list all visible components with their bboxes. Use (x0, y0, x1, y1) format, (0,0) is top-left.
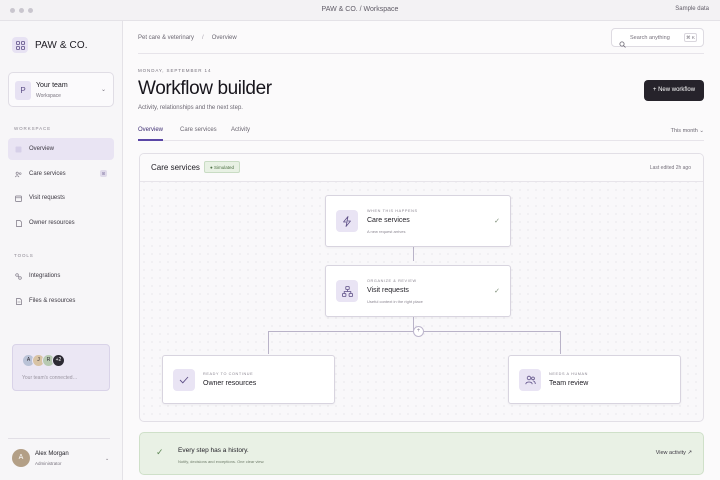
node-title: Care services (367, 217, 410, 224)
grid-logo-icon (12, 37, 28, 53)
brand-name: PAW & CO. (35, 39, 88, 51)
divider (8, 438, 110, 439)
avatar-stack: A J R +2 (22, 354, 65, 367)
sidebar-item-overview[interactable]: Overview (8, 138, 114, 160)
node-description: A new request arrives (367, 229, 406, 234)
keyboard-shortcut: ⌘ K (684, 33, 697, 42)
user-avatar[interactable]: A (12, 449, 30, 467)
node-title: Owner resources (203, 380, 257, 387)
chevron-down-icon: ⌄ (100, 87, 106, 93)
sidebar-item-label: Overview (29, 146, 55, 152)
connector-line (268, 331, 269, 354)
search-icon (619, 35, 626, 53)
user-name: Alex Morgan (35, 451, 69, 457)
overview-icon (15, 146, 22, 153)
active-tab-indicator (138, 139, 163, 141)
team-name: Your team (36, 82, 68, 89)
status-badge-label: Simulated (213, 165, 234, 170)
team-avatar: P (15, 81, 31, 100)
check-icon: ✓ (494, 288, 500, 295)
tab-activity[interactable]: Activity (231, 127, 250, 133)
team-switcher[interactable]: P Your team Workspace ⌄ (8, 72, 114, 107)
sidebar-item-owner-resources[interactable]: Owner resources (8, 212, 114, 234)
tab-overview[interactable]: Overview (138, 127, 163, 133)
page-title: Workflow builder (138, 78, 272, 99)
sidebar-item-label: Integrations (29, 273, 61, 279)
node-title: Team review (549, 380, 589, 387)
window-title: PAW & CO. / Workspace (321, 6, 399, 13)
node-eyebrow: READY TO CONTINUE (203, 372, 254, 376)
section-label-workspace: WORKSPACE (14, 126, 52, 131)
node-title: Visit requests (367, 287, 409, 294)
care-services-icon (15, 171, 22, 178)
count-badge: 8 (100, 170, 107, 177)
new-workflow-button[interactable]: + New workflow (644, 80, 704, 101)
document-icon (15, 219, 22, 227)
canvas-title: Care services (151, 163, 200, 172)
breadcrumb-separator: / (202, 35, 204, 41)
people-icon (519, 369, 541, 391)
sidebar-item-integrations[interactable]: Integrations (8, 265, 114, 287)
history-banner: ✓ Every step has a history. Notify, deci… (139, 432, 704, 475)
last-edited: Last edited 2h ago (649, 165, 691, 171)
file-icon (15, 297, 22, 305)
hierarchy-icon (336, 280, 358, 302)
breadcrumb-item-current: Overview (211, 35, 237, 41)
canvas-header: Care services ● Simulated Last edited 2h… (140, 154, 703, 182)
sidebar-item-care-services[interactable]: Care services 8 (8, 163, 114, 185)
sidebar-item-label: Files & resources (29, 298, 76, 304)
history-title: Every step has a history. (178, 447, 249, 454)
sidebar: PAW & CO. P Your team Workspace ⌄ WORKSP… (0, 21, 123, 480)
sidebar-item-label: Care services (29, 171, 66, 177)
connector-line (560, 331, 561, 354)
user-role: Administrator (35, 461, 62, 466)
breadcrumb: Pet care & veterinary / Overview (138, 35, 237, 41)
add-step-button[interactable]: + (413, 326, 424, 337)
brand-logo[interactable]: PAW & CO. (12, 37, 88, 53)
check-icon: ✓ (156, 447, 164, 457)
sample-data-label[interactable]: Sample data (675, 6, 709, 12)
main-content: Pet care & veterinary / Overview Search … (123, 21, 720, 480)
connected-text: Your team's connected… (22, 375, 78, 381)
sidebar-item-label: Owner resources (29, 220, 75, 226)
node-eyebrow: WHEN THIS HAPPENS (367, 209, 418, 213)
workflow-node-care-services[interactable]: WHEN THIS HAPPENS Care services A new re… (325, 195, 511, 247)
check-icon (173, 369, 195, 391)
chevron-down-icon[interactable]: ⌄ (105, 456, 109, 462)
calendar-icon (15, 195, 22, 202)
check-icon: ✓ (494, 218, 500, 225)
node-description: Useful context in the right place (367, 299, 423, 304)
workflow-node-team-review[interactable]: NEEDS A HUMAN Team review (508, 355, 681, 404)
avatar-overflow-count: +2 (52, 354, 65, 367)
view-activity-link[interactable]: View activity ↗ (656, 450, 692, 456)
node-eyebrow: NEEDS A HUMAN (549, 372, 589, 376)
breadcrumb-item[interactable]: Pet care & veterinary (138, 35, 194, 41)
date-label: MONDAY, SEPTEMBER 14 (138, 68, 212, 73)
sidebar-item-label: Visit requests (29, 195, 65, 201)
connector-line (413, 247, 414, 261)
date-range-select[interactable]: This month ⌄ (671, 128, 704, 134)
team-subtitle: Workspace (36, 93, 61, 99)
history-subtitle: Notify, decisions and exceptions. One cl… (178, 459, 265, 464)
sidebar-item-visit-requests[interactable]: Visit requests (8, 187, 114, 209)
lightning-icon (336, 210, 358, 232)
tab-care-services[interactable]: Care services (180, 127, 217, 133)
sidebar-item-files-resources[interactable]: Files & resources (8, 290, 114, 312)
status-badge: ● Simulated (204, 161, 240, 173)
team-connected-card[interactable]: A J R +2 Your team's connected… (12, 344, 110, 391)
divider (138, 53, 704, 54)
section-label-tools: TOOLS (14, 253, 34, 258)
workflow-node-visit-requests[interactable]: ORGANIZE & REVIEW Visit requests Useful … (325, 265, 511, 317)
node-eyebrow: ORGANIZE & REVIEW (367, 279, 417, 283)
workflow-canvas[interactable]: Care services ● Simulated Last edited 2h… (139, 153, 704, 422)
window-titlebar: PAW & CO. / Workspace Sample data (0, 0, 720, 21)
page-subtitle: Activity, relationships and the next ste… (138, 105, 243, 111)
tab-bar: Overview Care services Activity This mon… (138, 125, 704, 141)
search-placeholder: Search anything (630, 35, 670, 41)
integrations-icon (15, 272, 22, 280)
search-input[interactable]: Search anything ⌘ K (611, 28, 704, 48)
workflow-node-owner-resources[interactable]: READY TO CONTINUE Owner resources (162, 355, 335, 404)
